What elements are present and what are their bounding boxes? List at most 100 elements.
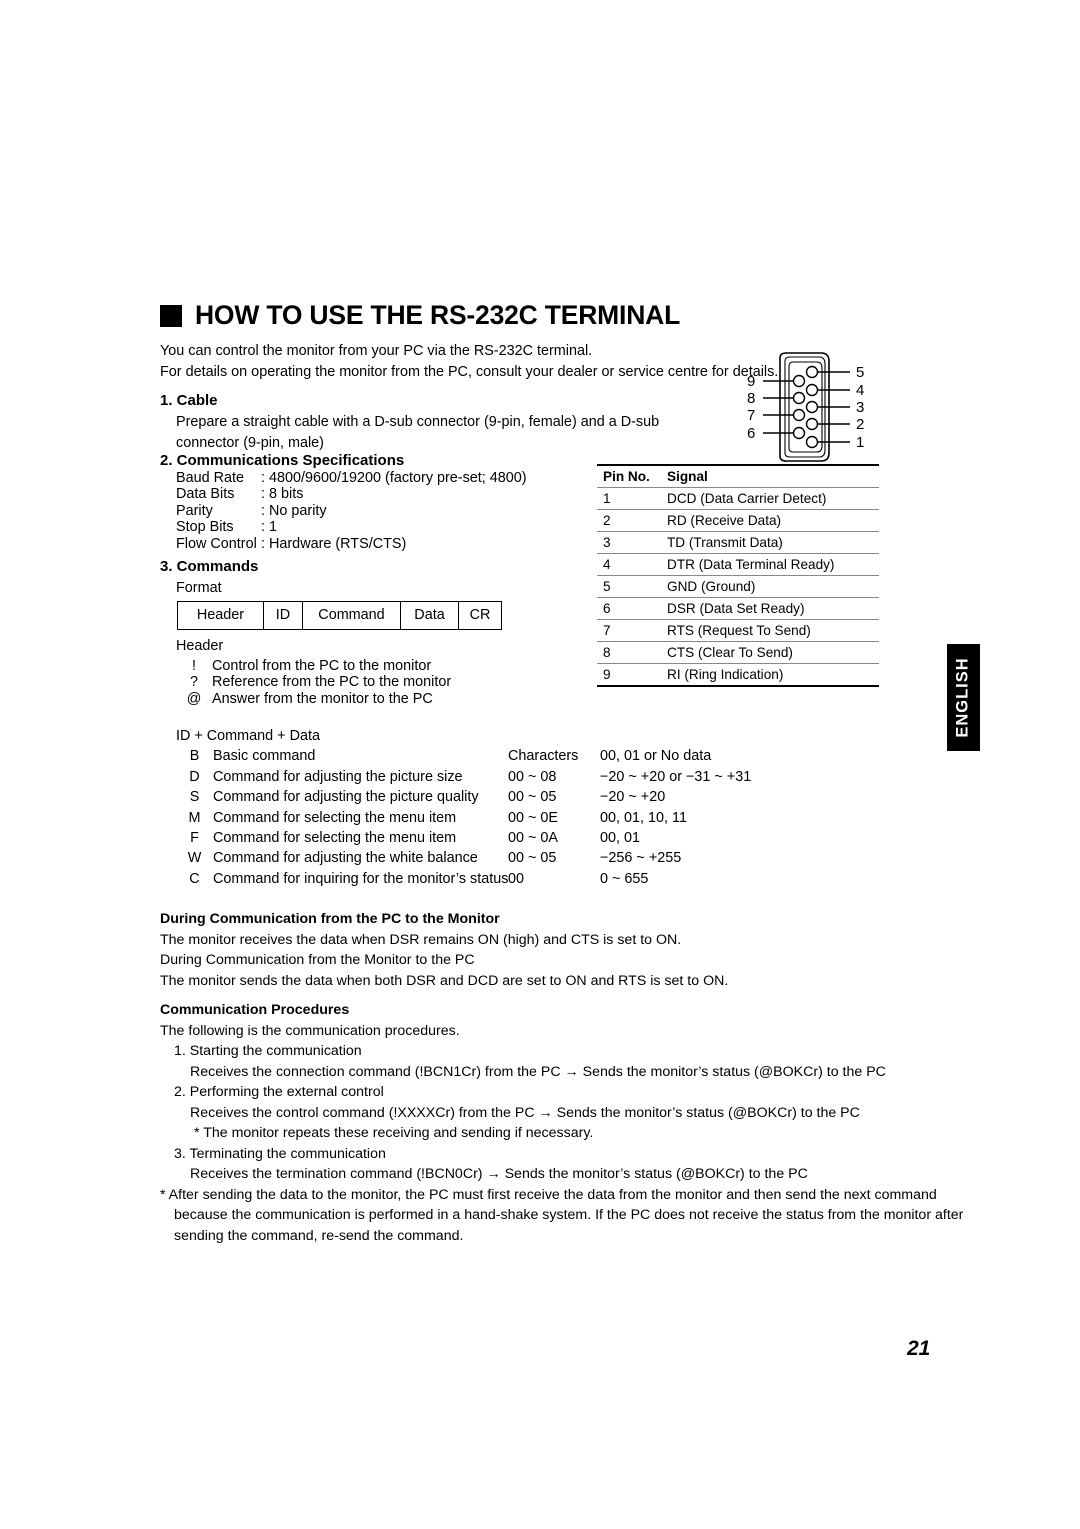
- intro-line-1: You can control the monitor from your PC…: [160, 343, 593, 359]
- svg-text:3: 3: [856, 399, 864, 416]
- procedure-step-2-title: 2. Performing the external control: [174, 1084, 384, 1100]
- table-row: 3 TD (Transmit Data): [597, 531, 879, 554]
- pin-signal: RD (Receive Data): [661, 509, 879, 532]
- command-characters: Characters: [508, 748, 579, 765]
- procedure-step-1-title: 1. Starting the communication: [174, 1043, 362, 1059]
- command-row: M Command for selecting the menu item 00…: [176, 808, 751, 828]
- command-row: W Command for adjusting the white balanc…: [176, 848, 751, 868]
- section-heading-cable: 1. Cable: [160, 392, 218, 409]
- header-description: Answer from the monitor to the PC: [212, 690, 433, 707]
- procedure-step-2-note: * The monitor repeats these receiving an…: [194, 1125, 594, 1141]
- pin-signal: RI (Ring Indication): [667, 667, 784, 682]
- pin-number: 5: [597, 575, 661, 598]
- command-symbol: F: [190, 830, 199, 847]
- command-range: −256 ~ +255: [600, 850, 682, 867]
- spec-row: Flow Control : Hardware (RTS/CTS): [176, 536, 527, 552]
- pin-number: 9: [603, 667, 611, 682]
- cable-line-2: connector (9-pin, male): [176, 434, 324, 451]
- command-description: Command for adjusting the picture qualit…: [213, 789, 479, 806]
- command-symbol: B: [189, 748, 200, 765]
- table-header-row: Pin No. Signal: [597, 465, 879, 488]
- header-description: Control from the PC to the monitor: [212, 657, 432, 674]
- section-heading-comm-specs: 2. Communications Specifications: [160, 452, 405, 469]
- command-description: Command for adjusting the picture size: [213, 768, 463, 785]
- d-sub-9pin-connector-diagram: 5 4 3 2 1 9 8 7 6: [733, 350, 883, 465]
- intro-paragraph: You can control the monitor from your PC…: [160, 341, 778, 383]
- header-symbol: !: [192, 657, 196, 674]
- command-row: B Basic command Characters 00, 01 or No …: [176, 746, 751, 766]
- command-description: Command for inquiring for the monitor’s …: [213, 870, 509, 887]
- procedure-step-3-body: Receives the termination command (!BCN0C…: [190, 1166, 808, 1182]
- during-communication-heading: During Communication from the PC to the …: [160, 911, 500, 927]
- procedures-footnote-line-2: because the communication is performed i…: [174, 1207, 964, 1223]
- header-legend: Header ! Control from the PC to the moni…: [176, 638, 451, 707]
- procedures-heading: Communication Procedures: [160, 1002, 350, 1018]
- command-characters: 00 ~ 0A: [508, 830, 559, 847]
- spec-key: Parity: [176, 502, 213, 519]
- command-characters: 00 ~ 05: [508, 850, 557, 867]
- id-command-data-line: ID + Command + Data: [176, 728, 320, 744]
- svg-text:7: 7: [747, 407, 755, 424]
- table-row: 8 CTS (Clear To Send): [597, 641, 879, 664]
- header-legend-row: ! Control from the PC to the monitor: [176, 658, 451, 675]
- table-row: 6 DSR (Data Set Ready): [597, 597, 879, 620]
- svg-text:5: 5: [856, 364, 864, 381]
- spec-row: Stop Bits : 1: [176, 519, 527, 535]
- table-row: 9 RI (Ring Indication): [597, 664, 879, 687]
- pin-number: 2: [597, 509, 661, 532]
- command-characters: 00 ~ 08: [508, 768, 557, 785]
- cable-body: Prepare a straight cable with a D-sub co…: [176, 412, 659, 453]
- pin-number: 6: [597, 597, 661, 620]
- table-row: 4 DTR (Data Terminal Ready): [597, 553, 879, 576]
- command-row: D Command for adjusting the picture size…: [176, 767, 751, 787]
- command-symbol: C: [189, 870, 200, 887]
- during-communication-line-1: The monitor receives the data when DSR r…: [160, 931, 682, 948]
- pin-number: 8: [597, 641, 661, 664]
- procedures-footnote-line-3: sending the command, re-send the command…: [174, 1227, 464, 1244]
- table-row: 7 RTS (Request To Send): [597, 619, 879, 642]
- header-legend-label: Header: [176, 638, 224, 654]
- svg-text:6: 6: [747, 425, 755, 442]
- page-title-text: HOW TO USE THE RS-232C TERMINAL: [195, 300, 681, 330]
- header-symbol: ?: [189, 674, 198, 691]
- pin-signal: CTS (Clear To Send): [661, 641, 879, 664]
- communication-procedures-block: Communication Procedures The following i…: [160, 1000, 963, 1246]
- command-range: 00, 01 or No data: [600, 748, 712, 765]
- spec-row: Data Bits : 8 bits: [176, 486, 527, 502]
- procedures-footnote-line-1: * After sending the data to the monitor,…: [160, 1186, 937, 1203]
- comm-specs-list: Baud Rate : 4800/9600/19200 (factory pre…: [176, 470, 527, 552]
- header-description: Reference from the PC to the monitor: [212, 674, 452, 691]
- pin-number: 7: [597, 619, 661, 642]
- command-range: 00, 01, 10, 11: [600, 809, 687, 826]
- command-row: F Command for selecting the menu item 00…: [176, 828, 751, 848]
- pin-number: 3: [597, 531, 661, 554]
- command-range: −20 ~ +20: [600, 789, 666, 806]
- language-tab-label: ENGLISH: [954, 657, 972, 738]
- during-communication-line-2: During Communication from the Monitor to…: [160, 952, 475, 968]
- pin-signal: RTS (Request To Send): [661, 619, 879, 642]
- spec-value: : 1: [261, 519, 277, 536]
- format-cell-command: Command: [302, 601, 401, 630]
- section-heading-commands: 3. Commands: [160, 558, 259, 575]
- table-row: Header ID Command Data CR: [177, 601, 502, 630]
- document-page: HOW TO USE THE RS-232C TERMINAL You can …: [0, 0, 1080, 1529]
- command-symbol: W: [187, 850, 202, 867]
- format-cell-id: ID: [263, 601, 303, 630]
- format-cell-header: Header: [177, 601, 264, 630]
- spec-key: Stop Bits: [176, 519, 234, 536]
- header-legend-row: ? Reference from the PC to the monitor: [176, 674, 451, 691]
- header-symbol: @: [186, 690, 202, 707]
- command-symbol: S: [189, 789, 200, 806]
- command-row: S Command for adjusting the picture qual…: [176, 787, 751, 807]
- format-cell-cr: CR: [458, 601, 502, 630]
- connector-svg: 5 4 3 2 1 9 8 7 6: [747, 352, 864, 462]
- spec-value: : No parity: [261, 502, 327, 519]
- page-number: 21: [907, 1337, 931, 1360]
- command-description: Command for selecting the menu item: [213, 830, 457, 847]
- pin-signal: DCD (Data Carrier Detect): [661, 487, 879, 510]
- spec-value: : 4800/9600/19200 (factory pre-set; 4800…: [261, 470, 527, 486]
- procedure-step-1-body: Receives the connection command (!BCN1Cr…: [190, 1063, 886, 1080]
- svg-text:9: 9: [747, 373, 755, 390]
- during-communication-line-3: The monitor sends the data when both DSR…: [160, 972, 729, 989]
- spec-key: Baud Rate: [176, 470, 245, 486]
